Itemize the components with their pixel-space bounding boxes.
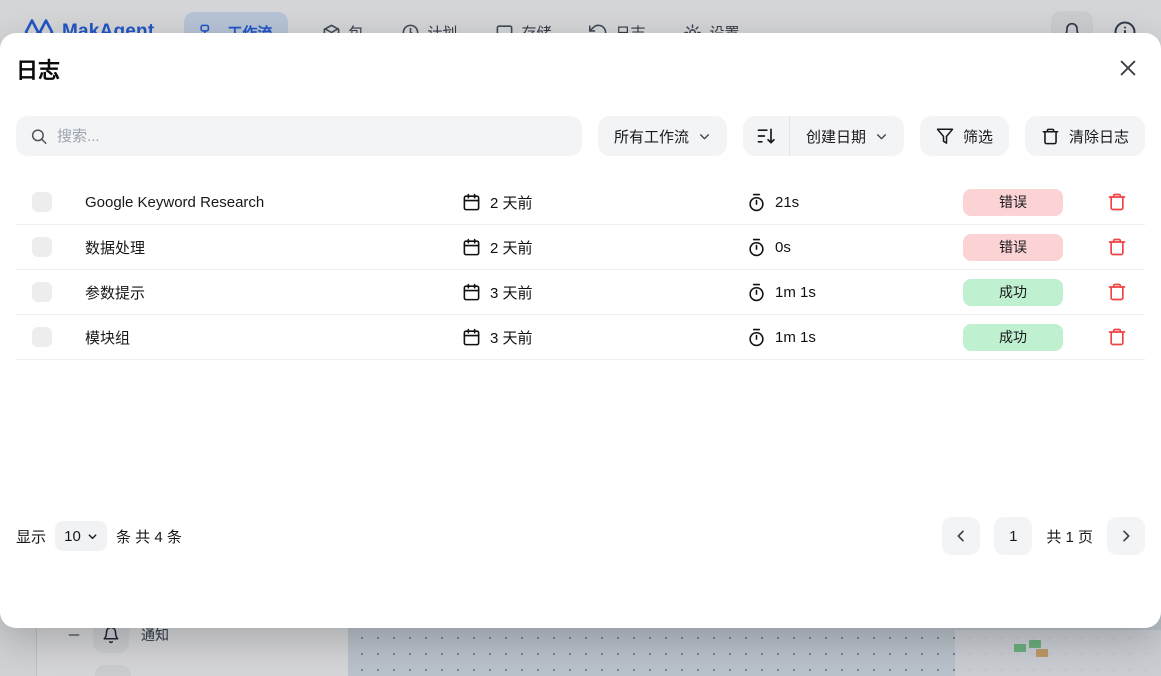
status-badge: 成功 [963, 324, 1063, 351]
next-page-button[interactable] [1107, 517, 1145, 555]
table-row: 数据处理 2 天前 0s 错误 [16, 225, 1145, 270]
funnel-icon [936, 127, 954, 145]
stopwatch-icon [747, 238, 766, 257]
clear-logs-button[interactable]: 清除日志 [1025, 116, 1145, 156]
status-badge: 成功 [963, 279, 1063, 306]
log-duration: 1m 1s [775, 329, 816, 346]
log-date: 3 天前 [490, 282, 533, 303]
workflow-filter-dropdown[interactable]: 所有工作流 [598, 116, 727, 156]
chevron-left-icon [953, 528, 969, 544]
page-size-controls: 显示 10 条 共 4 条 [16, 521, 182, 551]
delete-log-button[interactable] [1107, 327, 1127, 347]
log-date: 2 天前 [490, 237, 533, 258]
trash-icon [1041, 127, 1060, 146]
log-duration: 0s [775, 239, 791, 256]
log-date: 2 天前 [490, 192, 533, 213]
log-duration: 1m 1s [775, 284, 816, 301]
page-size-value: 10 [64, 528, 81, 545]
workflow-filter-label: 所有工作流 [614, 126, 689, 147]
calendar-icon [462, 328, 481, 347]
filter-label: 筛选 [963, 126, 993, 147]
sort-controls: 创建日期 [743, 116, 904, 156]
log-duration: 21s [775, 194, 799, 211]
trash-icon [1107, 192, 1127, 212]
status-badge: 错误 [963, 234, 1063, 261]
search-input[interactable] [57, 128, 568, 145]
chevron-down-icon [875, 130, 888, 143]
calendar-icon [462, 283, 481, 302]
filter-button[interactable]: 筛选 [920, 116, 1009, 156]
table-row: 模块组 3 天前 1m 1s 成功 [16, 315, 1145, 360]
delete-log-button[interactable] [1107, 237, 1127, 257]
delete-log-button[interactable] [1107, 282, 1127, 302]
sort-by-label: 创建日期 [806, 126, 866, 147]
log-name: Google Keyword Research [85, 194, 462, 211]
log-name: 数据处理 [85, 237, 462, 258]
close-modal-button[interactable] [1117, 57, 1139, 79]
logs-modal: 日志 所有工作流 [0, 33, 1161, 628]
trash-icon [1107, 237, 1127, 257]
total-items-label: 条 共 4 条 [116, 526, 182, 547]
chevron-down-icon [698, 130, 711, 143]
search-icon [30, 127, 48, 146]
stopwatch-icon [747, 283, 766, 302]
trash-icon [1107, 327, 1127, 347]
row-checkbox[interactable] [32, 192, 52, 212]
log-name: 模块组 [85, 327, 462, 348]
calendar-icon [462, 193, 481, 212]
search-box [16, 116, 582, 156]
log-name: 参数提示 [85, 282, 462, 303]
prev-page-button[interactable] [942, 517, 980, 555]
logs-table: Google Keyword Research 2 天前 21s 错误 [16, 180, 1145, 360]
table-row: 参数提示 3 天前 1m 1s 成功 [16, 270, 1145, 315]
sort-direction-button[interactable] [743, 116, 789, 156]
delete-log-button[interactable] [1107, 192, 1127, 212]
status-badge: 错误 [963, 189, 1063, 216]
clear-logs-label: 清除日志 [1069, 126, 1129, 147]
close-icon [1117, 57, 1139, 79]
trash-icon [1107, 282, 1127, 302]
app-root: MakAgent 工作流 包 计划 [0, 0, 1161, 676]
chevron-down-icon [87, 531, 98, 542]
stopwatch-icon [747, 193, 766, 212]
sort-descending-icon [756, 126, 776, 146]
calendar-icon [462, 238, 481, 257]
logs-toolbar: 所有工作流 创建日期 [16, 116, 1145, 156]
table-row: Google Keyword Research 2 天前 21s 错误 [16, 180, 1145, 225]
modal-title: 日志 [16, 53, 60, 85]
page-size-select[interactable]: 10 [55, 521, 107, 551]
row-checkbox[interactable] [32, 282, 52, 302]
sort-by-dropdown[interactable]: 创建日期 [790, 116, 904, 156]
total-pages-label: 共 1 页 [1046, 526, 1093, 547]
pagination: 1 共 1 页 [942, 517, 1145, 555]
row-checkbox[interactable] [32, 237, 52, 257]
log-date: 3 天前 [490, 327, 533, 348]
show-label: 显示 [16, 526, 46, 547]
modal-footer: 显示 10 条 共 4 条 1 共 1 页 [16, 517, 1145, 555]
row-checkbox[interactable] [32, 327, 52, 347]
stopwatch-icon [747, 328, 766, 347]
current-page: 1 [994, 517, 1032, 555]
chevron-right-icon [1118, 528, 1134, 544]
